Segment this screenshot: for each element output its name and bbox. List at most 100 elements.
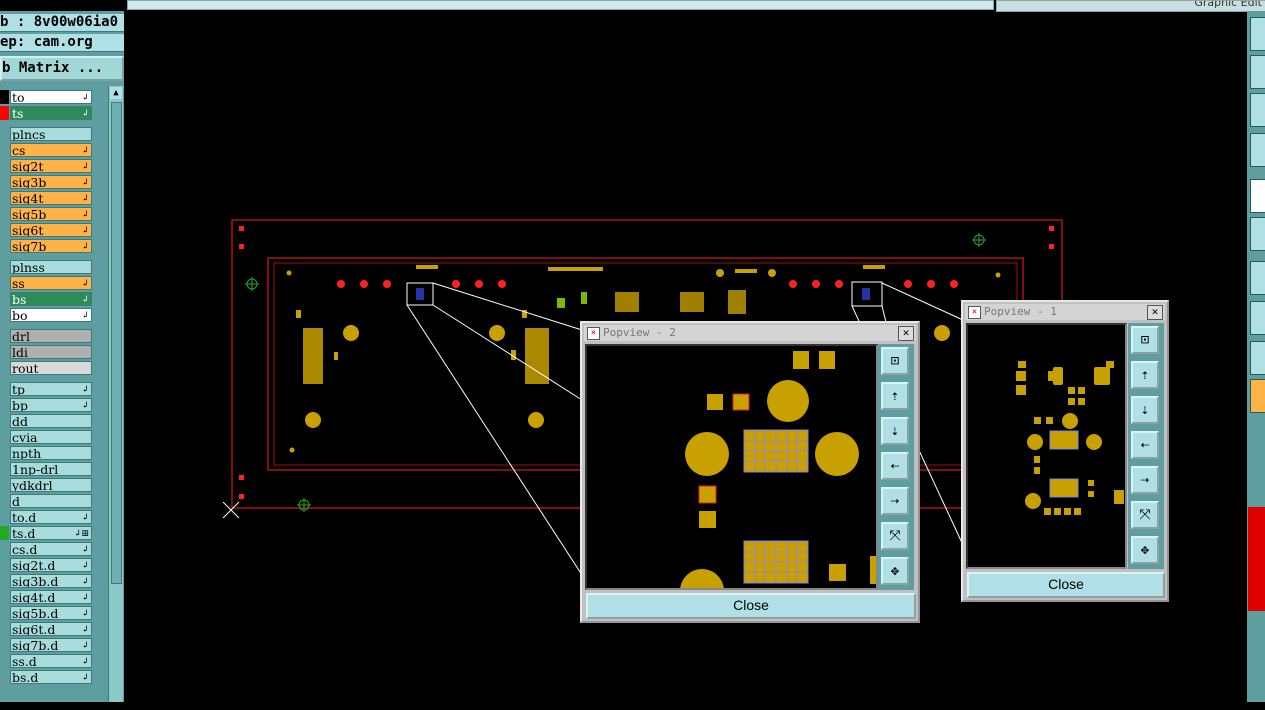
popview-1-titlebar[interactable]: ✕ Popview - 1 ✕ (965, 304, 1165, 320)
layer-row-sig4t[interactable]: sig4t ↲ (10, 191, 92, 205)
layer-affected-icon[interactable]: ↲ (81, 144, 89, 156)
pan-right-icon[interactable]: ⇢ (881, 487, 909, 515)
layer-affected-icon[interactable]: ↲ (81, 277, 89, 289)
pan-up-icon[interactable]: ⇡ (1131, 361, 1159, 389)
tool-button-2[interactable] (1250, 55, 1265, 89)
layer-row-tp[interactable]: tp ↲ (10, 382, 92, 396)
layer-affected-icon[interactable]: ↲ (81, 107, 89, 119)
close-icon[interactable]: ✕ (898, 326, 914, 341)
zoom-fit-icon[interactable]: ⊡ (1131, 326, 1159, 354)
scroll-thumb[interactable] (111, 102, 122, 584)
layer-row-npth[interactable]: npth (10, 446, 92, 460)
layer-row-ts-d[interactable]: ts.d ↲⊞ (10, 526, 92, 540)
tool-button-10[interactable] (1250, 379, 1265, 413)
layer-affected-icon[interactable]: ↲ (81, 160, 89, 172)
layer-affected-icon[interactable]: ↲ (81, 559, 89, 571)
layer-scrollbar[interactable]: ▲ (108, 86, 123, 702)
pan-down-icon[interactable]: ⇣ (881, 417, 909, 445)
layer-row-cs-d[interactable]: cs.d ↲ (10, 542, 92, 556)
layer-row-bs-d[interactable]: bs.d ↲ (10, 670, 92, 684)
zoom-fit-icon[interactable]: ⊡ (881, 347, 909, 375)
layer-row-ldi[interactable]: ldi (10, 345, 92, 359)
layer-row-cs[interactable]: cs ↲ (10, 143, 92, 157)
layer-affected-icon[interactable]: ↲ (81, 655, 89, 667)
layer-row-bs[interactable]: bs ↲ (10, 292, 92, 306)
layer-affected-icon[interactable]: ↲ (81, 591, 89, 603)
pan-left-icon[interactable]: ⇠ (881, 452, 909, 480)
layer-affected-icon[interactable]: ↲ (81, 383, 89, 395)
layer-affected-icon[interactable]: ↲ (81, 208, 89, 220)
zoom-in-icon[interactable]: ✥ (1131, 536, 1159, 564)
popview-1-close-button[interactable]: Close (967, 572, 1165, 598)
pan-left-icon[interactable]: ⇠ (1131, 431, 1159, 459)
scroll-up-icon[interactable]: ▲ (110, 87, 122, 99)
layer-affected-icon[interactable]: ↲ (81, 671, 89, 683)
layer-affected-icon[interactable]: ↲ (81, 511, 89, 523)
layer-affected-icon[interactable]: ↲ (81, 309, 89, 321)
tool-button-6[interactable] (1250, 217, 1265, 251)
layer-row-ts[interactable]: ts ↲ (10, 106, 92, 120)
layer-row-rout[interactable]: rout (10, 361, 92, 375)
layer-row-sig7b[interactable]: sig7b ↲ (10, 239, 92, 253)
tool-button-9[interactable] (1250, 341, 1265, 375)
layer-affected-icon[interactable]: ↲ (81, 623, 89, 635)
layer-row-bo[interactable]: bo ↲ (10, 308, 92, 322)
layer-affected-icon[interactable]: ↲ (81, 176, 89, 188)
layer-row-dd[interactable]: dd (10, 414, 92, 428)
pan-up-icon[interactable]: ⇡ (881, 382, 909, 410)
layer-affected-icon[interactable]: ↲ (81, 192, 89, 204)
layer-affected-icon[interactable]: ↲⊞ (74, 527, 89, 539)
popview-1-canvas[interactable] (966, 323, 1127, 569)
layer-row-sig2t-d[interactable]: sig2t.d ↲ (10, 558, 92, 572)
layer-affected-icon[interactable]: ↲ (81, 639, 89, 651)
layer-row-sig4t-d[interactable]: sig4t.d ↲ (10, 590, 92, 604)
layer-row-plncs[interactable]: plncs (10, 127, 92, 141)
layer-row-sig3b[interactable]: sig3b ↲ (10, 175, 92, 189)
layer-row-cvia[interactable]: cvia (10, 430, 92, 444)
layer-row-bp[interactable]: bp ↲ (10, 398, 92, 412)
popview-1-window[interactable]: ✕ Popview - 1 ✕ ⊡ ⇡ ⇣ ⇠ ⇢ ⤧ ✥ Close (961, 300, 1169, 602)
layer-row-drl[interactable]: drl (10, 329, 92, 343)
layer-row-ss[interactable]: ss ↲ (10, 276, 92, 290)
layer-row-sig3b-d[interactable]: sig3b.d ↲ (10, 574, 92, 588)
layer-row-d[interactable]: d (10, 494, 92, 508)
zoom-in-icon[interactable]: ✥ (881, 557, 909, 585)
layer-row-to-d[interactable]: to.d ↲ (10, 510, 92, 524)
zoom-out-icon[interactable]: ⤧ (881, 522, 909, 550)
zoom-out-icon[interactable]: ⤧ (1131, 501, 1159, 529)
layer-affected-icon[interactable]: ↲ (81, 543, 89, 555)
tool-button-8[interactable] (1250, 301, 1265, 335)
popview-2-close-button[interactable]: Close (586, 593, 916, 619)
layer-row-sig5b-d[interactable]: sig5b.d ↲ (10, 606, 92, 620)
layer-affected-icon[interactable]: ↲ (81, 607, 89, 619)
tool-button-7[interactable] (1250, 261, 1265, 295)
pan-down-icon[interactable]: ⇣ (1131, 396, 1159, 424)
layer-affected-icon[interactable]: ↲ (81, 399, 89, 411)
layer-row-ss-d[interactable]: ss.d ↲ (10, 654, 92, 668)
command-field[interactable] (127, 0, 994, 10)
popview-2-canvas[interactable] (585, 344, 878, 590)
layer-affected-icon[interactable]: ↲ (81, 224, 89, 236)
popview-2-titlebar[interactable]: ✕ Popview - 2 ✕ (584, 325, 916, 341)
layer-row-sig2t[interactable]: sig2t ↲ (10, 159, 92, 173)
layer-affected-icon[interactable]: ↲ (81, 91, 89, 103)
layer-row-plnss[interactable]: plnss (10, 260, 92, 274)
layer-row-to[interactable]: to ↲ (10, 90, 92, 104)
popview-2-window[interactable]: ✕ Popview - 2 ✕ ⊡ ⇡ ⇣ ⇠ ⇢ ⤧ ✥ Close (580, 321, 920, 623)
layer-row-sig6t[interactable]: sig6t ↲ (10, 223, 92, 237)
layer-row-1np-drl[interactable]: 1np-drl (10, 462, 92, 476)
layer-row-sig7b-d[interactable]: sig7b.d ↲ (10, 638, 92, 652)
layer-row-sig5b[interactable]: sig5b ↲ (10, 207, 92, 221)
tool-button-1[interactable] (1250, 17, 1265, 51)
close-icon[interactable]: ✕ (1147, 305, 1163, 320)
layer-affected-icon[interactable]: ↲ (81, 293, 89, 305)
tool-button-4[interactable] (1250, 133, 1265, 167)
layer-affected-icon[interactable]: ↲ (81, 240, 89, 252)
matrix-button[interactable]: b Matrix ... (0, 56, 124, 81)
layer-row-ydkdrl[interactable]: ydkdrl (10, 478, 92, 492)
tool-button-3[interactable] (1250, 93, 1265, 127)
layer-affected-icon[interactable]: ↲ (81, 575, 89, 587)
pan-right-icon[interactable]: ⇢ (1131, 466, 1159, 494)
tool-button-5[interactable] (1250, 179, 1265, 213)
layer-row-sig6t-d[interactable]: sig6t.d ↲ (10, 622, 92, 636)
